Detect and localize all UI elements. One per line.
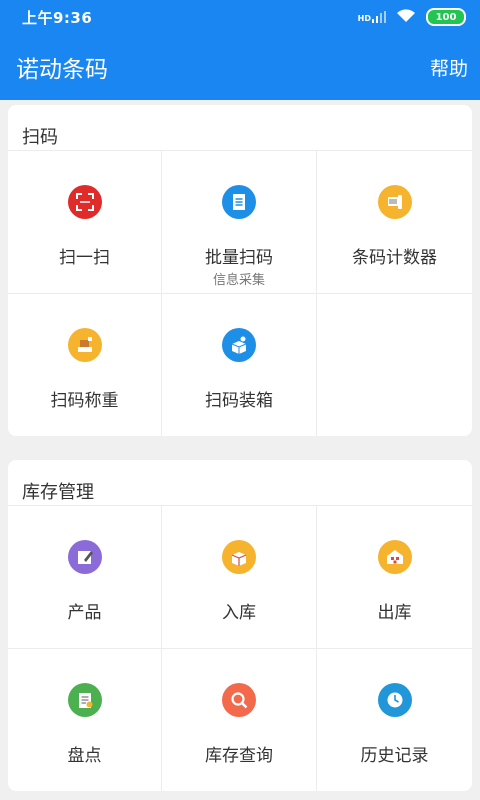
inbound-button[interactable]: 入库 (162, 506, 317, 649)
stocktake-label: 盘点 (67, 746, 102, 766)
battery-icon: 100 (426, 8, 466, 26)
barcode-counter-label: 条码计数器 (352, 248, 437, 268)
history-button[interactable]: 历史记录 (317, 649, 472, 791)
pack-box-icon (222, 328, 256, 362)
outbound-button[interactable]: 出库 (317, 506, 472, 649)
scan-button[interactable]: 扫一扫 (8, 151, 162, 294)
scan-label: 扫一扫 (59, 248, 110, 268)
signal-icon: HD (358, 11, 386, 23)
scan-weigh-label: 扫码称重 (50, 391, 119, 411)
hd-label: HD (357, 14, 371, 23)
scan-section: 扫码 扫一扫 批量扫码 信息采集 条码计数器 扫码称重 扫码装箱 (8, 105, 472, 436)
batch-scan-label: 批量扫码 (205, 248, 273, 268)
outbound-label: 出库 (377, 603, 412, 623)
section-title-scan: 扫码 (8, 105, 472, 151)
clock-icon (377, 683, 412, 717)
scan-pack-button[interactable]: 扫码装箱 (162, 294, 317, 436)
scan-grid: 扫一扫 批量扫码 信息采集 条码计数器 扫码称重 扫码装箱 (8, 151, 472, 436)
product-edit-icon (67, 540, 102, 574)
warehouse-icon (377, 540, 412, 574)
history-label: 历史记录 (360, 746, 429, 766)
batch-scan-button[interactable]: 批量扫码 信息采集 (162, 151, 317, 294)
empty-cell (317, 294, 472, 436)
inventory-query-label: 库存查询 (205, 746, 273, 766)
scan-weigh-button[interactable]: 扫码称重 (8, 294, 162, 436)
product-label: 产品 (67, 603, 102, 623)
status-icons: HD 100 (358, 8, 466, 27)
scan-pack-label: 扫码装箱 (205, 391, 273, 411)
app-title: 诺动条码 (16, 57, 108, 83)
app-bar: 诺动条码 帮助 (0, 34, 480, 100)
batch-scan-sublabel: 信息采集 (212, 273, 265, 288)
inbound-box-icon (222, 540, 256, 574)
inventory-grid: 产品 入库 出库 盘点 库存查询 历史记录 (8, 506, 472, 791)
product-button[interactable]: 产品 (8, 506, 162, 649)
list-icon (222, 185, 256, 219)
inventory-section: 库存管理 产品 入库 出库 盘点 库存查询 历史记录 (8, 460, 472, 791)
wifi-icon (396, 8, 416, 27)
status-bar: 上午9:36 HD 100 (0, 0, 480, 34)
stocktake-button[interactable]: 盘点 (8, 649, 162, 791)
section-title-inventory: 库存管理 (8, 460, 472, 506)
inbound-label: 入库 (222, 603, 256, 623)
status-time: 上午9:36 (22, 8, 93, 27)
barcode-counter-button[interactable]: 条码计数器 (317, 151, 472, 294)
scan-icon (67, 185, 102, 219)
checklist-icon (67, 683, 102, 717)
inventory-query-button[interactable]: 库存查询 (162, 649, 317, 791)
weigh-icon (67, 328, 102, 362)
search-icon (222, 683, 256, 717)
help-button[interactable]: 帮助 (430, 54, 468, 81)
barcode-counter-icon (377, 185, 412, 219)
